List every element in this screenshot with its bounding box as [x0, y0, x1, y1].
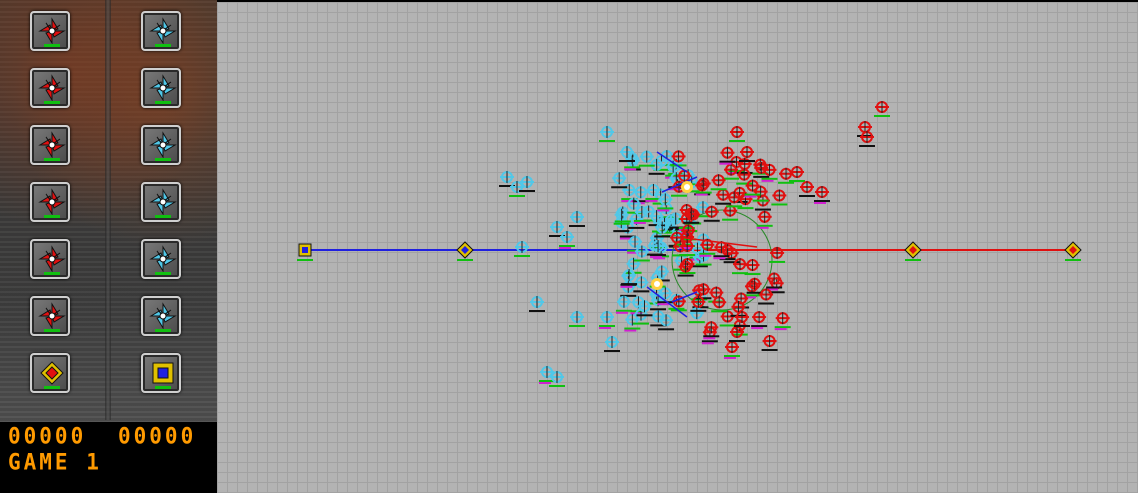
unit-panel	[0, 0, 217, 493]
blue-unit-button-7[interactable]	[141, 353, 181, 393]
red-unit-66[interactable]	[874, 101, 890, 117]
blue-unit-button-1[interactable]	[141, 11, 181, 51]
red-base-2[interactable]	[1064, 241, 1082, 261]
red-unit-30[interactable]	[768, 277, 785, 294]
red-unit-button-2[interactable]	[30, 68, 70, 108]
red-unit-button-5[interactable]	[30, 239, 70, 279]
blue-unit-icon	[149, 245, 177, 275]
blue-unit-icon	[149, 131, 177, 161]
blue-unit-icon	[149, 74, 177, 104]
explosion-2	[651, 278, 663, 290]
red-unit-61[interactable]	[677, 260, 694, 277]
blue-unit-75[interactable]	[569, 211, 585, 227]
battle-map-canvas[interactable]	[217, 2, 1138, 493]
blue-base-icon	[152, 362, 174, 389]
red-unit-icon	[38, 131, 66, 161]
blue-unit-77[interactable]	[514, 241, 530, 257]
red-unit-7[interactable]	[774, 312, 791, 331]
red-unit-72[interactable]	[729, 126, 745, 142]
blue-unit-79[interactable]	[569, 311, 585, 327]
blue-unit-button-4[interactable]	[141, 182, 181, 222]
blue-unit-62[interactable]	[657, 193, 674, 212]
red-unit-44[interactable]	[766, 272, 783, 291]
red-unit-icon	[38, 302, 66, 332]
red-unit-29[interactable]	[771, 189, 788, 206]
blue-unit-button-2[interactable]	[141, 68, 181, 108]
red-unit-48[interactable]	[756, 210, 773, 229]
red-unit-56[interactable]	[710, 174, 727, 191]
red-unit-21[interactable]	[719, 310, 736, 327]
red-unit-68[interactable]	[859, 131, 875, 147]
blue-unit-80[interactable]	[599, 311, 615, 329]
blue-unit-icon	[149, 188, 177, 218]
red-unit-38[interactable]	[751, 311, 768, 330]
red-unit-icon	[38, 245, 66, 275]
blue-unit-button-5[interactable]	[141, 239, 181, 279]
red-unit-74[interactable]	[724, 341, 740, 359]
blue-base-1[interactable]	[297, 243, 313, 261]
blue-unit-76[interactable]	[559, 231, 575, 249]
red-unit-19[interactable]	[708, 286, 725, 303]
blue-unit-81[interactable]	[604, 336, 620, 352]
game-label: GAME 1	[8, 449, 102, 475]
blue-unit-78[interactable]	[529, 296, 545, 312]
score-bar: 00000 00000 GAME 1	[0, 422, 217, 493]
red-unit-button-1[interactable]	[30, 11, 70, 51]
score-left: 00000	[8, 423, 87, 449]
red-unit-53[interactable]	[758, 288, 775, 305]
blue-unit-icon	[149, 17, 177, 47]
explosion-1	[681, 181, 693, 193]
blue-unit-84[interactable]	[599, 126, 615, 142]
red-base-icon	[40, 361, 64, 389]
red-unit-71[interactable]	[814, 186, 830, 204]
blue-unit-button-6[interactable]	[141, 296, 181, 336]
blue-base-2[interactable]	[456, 241, 474, 261]
red-unit-8[interactable]	[761, 335, 778, 352]
red-unit-5[interactable]	[719, 146, 736, 165]
red-unit-icon	[38, 17, 66, 47]
blue-unit-icon	[149, 302, 177, 332]
red-base-1[interactable]	[904, 241, 922, 261]
blue-unit-64[interactable]	[688, 307, 705, 324]
red-unit-70[interactable]	[799, 181, 815, 197]
red-unit-button-6[interactable]	[30, 296, 70, 336]
red-unit-button-3[interactable]	[30, 125, 70, 165]
red-unit-59[interactable]	[744, 179, 761, 198]
red-unit-button-7[interactable]	[30, 353, 70, 393]
blue-unit-38[interactable]	[615, 295, 632, 314]
red-unit-button-4[interactable]	[30, 182, 70, 222]
red-unit-69[interactable]	[789, 166, 805, 182]
red-unit-icon	[38, 74, 66, 104]
blue-unit-button-3[interactable]	[141, 125, 181, 165]
score-right: 00000	[118, 423, 197, 449]
panel-divider	[105, 0, 111, 420]
blue-unit-27[interactable]	[611, 172, 628, 189]
red-unit-icon	[38, 188, 66, 218]
battle-map[interactable]	[217, 2, 1138, 493]
red-unit-32[interactable]	[732, 258, 749, 275]
